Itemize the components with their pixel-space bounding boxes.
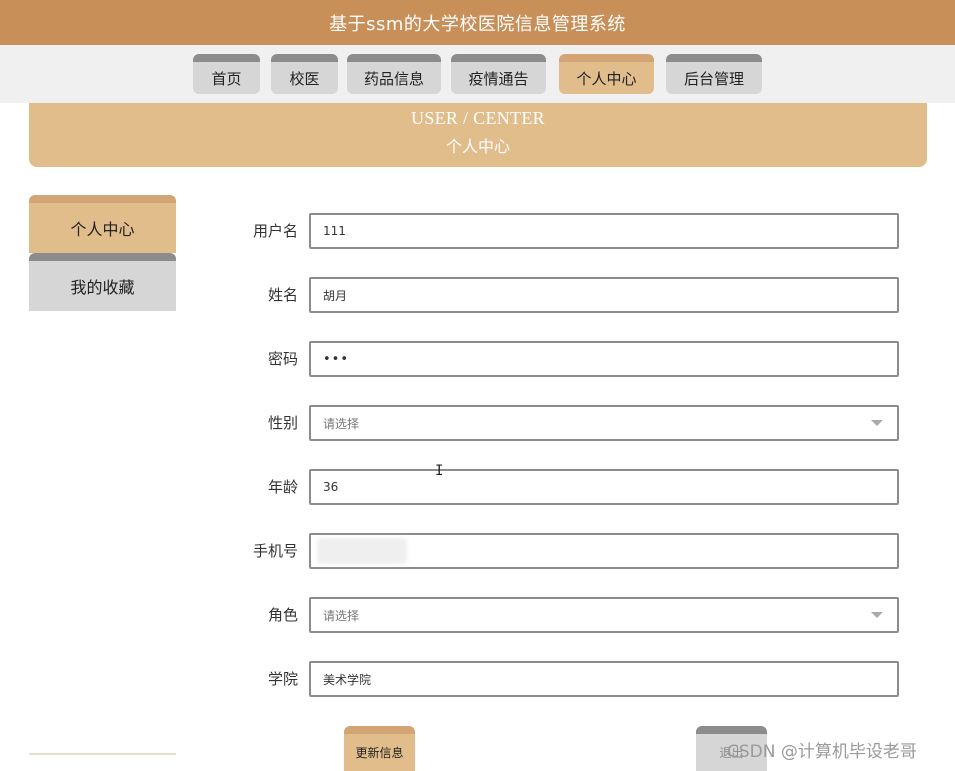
password-label: 密码 bbox=[267, 350, 298, 368]
role-select[interactable]: 请选择 bbox=[309, 597, 899, 633]
nav-tab-home[interactable]: 首页 bbox=[193, 54, 260, 94]
nav-tab-personal-center[interactable]: 个人中心 bbox=[559, 54, 654, 94]
age-label: 年龄 bbox=[267, 478, 298, 496]
section-banner: USER / CENTER 个人中心 bbox=[29, 103, 927, 167]
name-input[interactable]: 胡月 bbox=[309, 277, 899, 313]
college-value: 美术学院 bbox=[323, 672, 372, 687]
nav-tab-epidemic-notice[interactable]: 疫情通告 bbox=[451, 54, 546, 94]
username-value: 111 bbox=[323, 224, 346, 238]
banner-title-cn: 个人中心 bbox=[445, 137, 510, 156]
username-input[interactable]: 111 bbox=[309, 213, 899, 249]
age-value: 36 bbox=[323, 480, 339, 494]
phone-input[interactable] bbox=[309, 533, 899, 569]
phone-label: 手机号 bbox=[252, 542, 298, 560]
name-value: 胡月 bbox=[323, 288, 348, 303]
nav-tab-doctors[interactable]: 校医 bbox=[271, 54, 338, 94]
college-input[interactable]: 美术学院 bbox=[309, 661, 899, 697]
app-header: 基于ssm的大学校医院信息管理系统 bbox=[0, 0, 955, 45]
password-value: ••• bbox=[323, 351, 350, 367]
side-menu-favorites[interactable]: 我的收藏 bbox=[29, 253, 176, 311]
watermark: CSDN @计算机毕设老哥 bbox=[727, 742, 917, 762]
password-input[interactable]: ••• bbox=[309, 341, 899, 377]
nav-tab-medicine[interactable]: 药品信息 bbox=[347, 54, 441, 94]
text-cursor-icon: I bbox=[435, 463, 444, 479]
age-input[interactable]: 36 bbox=[309, 469, 899, 505]
role-label: 角色 bbox=[267, 606, 298, 624]
app-title: 基于ssm的大学校医院信息管理系统 bbox=[329, 13, 626, 35]
side-menu-personal-center[interactable]: 个人中心 bbox=[29, 195, 176, 253]
college-label: 学院 bbox=[267, 670, 298, 688]
gender-select[interactable]: 请选择 bbox=[309, 405, 899, 441]
side-divider bbox=[29, 753, 176, 755]
update-info-button[interactable]: 更新信息 bbox=[344, 726, 415, 771]
gender-placeholder: 请选择 bbox=[323, 416, 360, 431]
nav-tab-admin[interactable]: 后台管理 bbox=[666, 54, 762, 94]
main-nav: 首页 校医 药品信息 疫情通告 个人中心 后台管理 bbox=[0, 45, 955, 103]
chevron-down-icon bbox=[871, 612, 883, 618]
banner-title-en: USER / CENTER bbox=[411, 108, 545, 128]
gender-label: 性别 bbox=[267, 414, 298, 432]
name-label: 姓名 bbox=[267, 286, 298, 304]
phone-redacted-value bbox=[317, 538, 407, 564]
username-label: 用户名 bbox=[252, 222, 298, 240]
role-placeholder: 请选择 bbox=[323, 608, 360, 623]
chevron-down-icon bbox=[871, 420, 883, 426]
